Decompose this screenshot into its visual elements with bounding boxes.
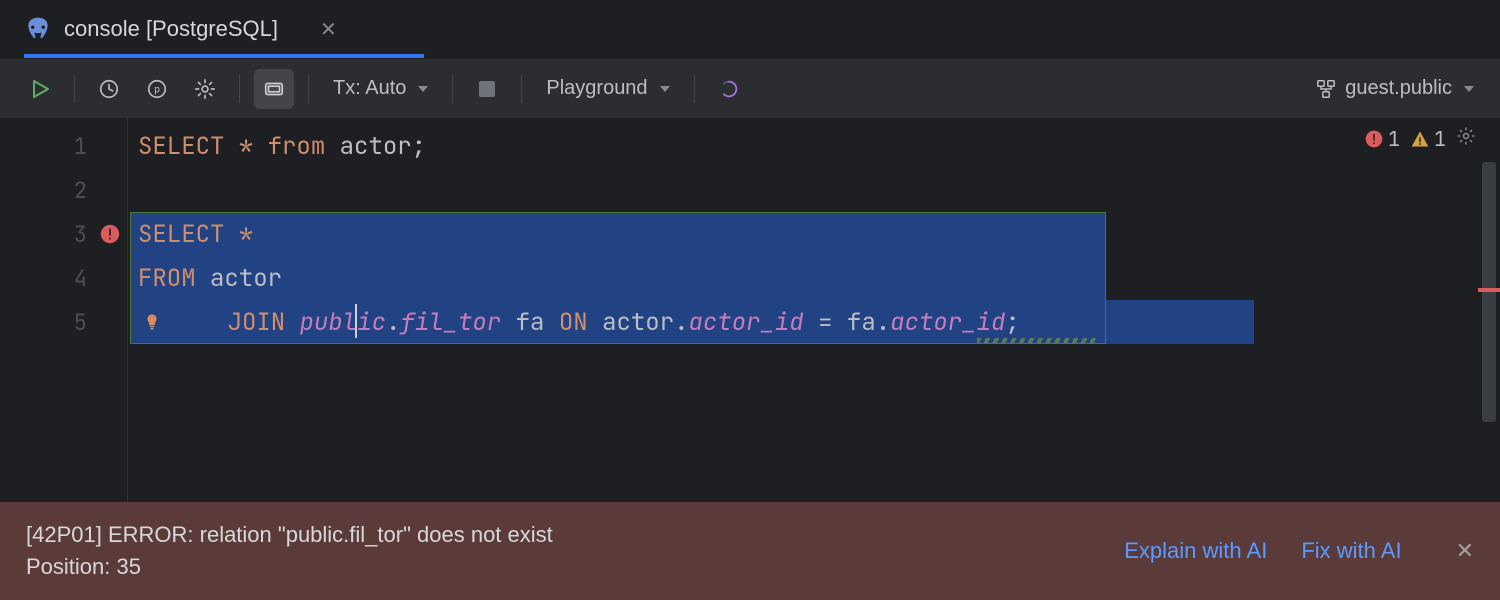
playground-label: Playground xyxy=(546,77,647,100)
gutter-line[interactable]: 3 xyxy=(0,212,127,256)
code-line[interactable]: FROM actor xyxy=(128,256,1500,300)
toolbar-separator xyxy=(74,75,75,103)
code-line[interactable]: SELECT * from actor; xyxy=(128,124,1500,168)
toolbar-separator xyxy=(521,75,522,103)
tab-title: console [PostgreSQL] xyxy=(64,16,278,42)
playground-dropdown[interactable]: Playground xyxy=(536,69,679,109)
fix-with-ai-link[interactable]: Fix with AI xyxy=(1301,538,1401,564)
schema-icon xyxy=(1315,78,1337,100)
stop-button[interactable] xyxy=(467,69,507,109)
gutter-line[interactable]: 2 xyxy=(0,168,127,212)
postgres-elephant-icon xyxy=(24,15,52,43)
gutter-line[interactable]: 5 xyxy=(0,300,127,344)
ai-button[interactable] xyxy=(709,69,749,109)
code-line[interactable] xyxy=(128,168,1500,212)
toolbar-separator xyxy=(694,75,695,103)
tab-bar: console [PostgreSQL] ✕ xyxy=(0,0,1500,58)
code-area[interactable]: SELECT * from actor; SELECT * FROM actor… xyxy=(128,118,1500,502)
code-line[interactable]: SELECT * xyxy=(128,212,1500,256)
tab-console[interactable]: console [PostgreSQL] ✕ xyxy=(24,0,357,58)
history-button[interactable] xyxy=(89,69,129,109)
settings-button[interactable] xyxy=(185,69,225,109)
gutter-line[interactable]: 4 xyxy=(0,256,127,300)
bulb-icon[interactable] xyxy=(138,311,166,333)
error-message: [42P01] ERROR: relation "public.fil_tor"… xyxy=(26,519,553,583)
toolbar: p Tx: Auto Playground guest.public xyxy=(0,58,1500,118)
explain-with-ai-link[interactable]: Explain with AI xyxy=(1124,538,1267,564)
toolbar-separator xyxy=(452,75,453,103)
chevron-down-icon xyxy=(1464,86,1474,92)
svg-text:p: p xyxy=(154,84,160,95)
close-icon[interactable]: ✕ xyxy=(1456,538,1474,564)
text-cursor xyxy=(355,304,357,338)
error-gutter-icon[interactable] xyxy=(99,223,121,245)
tx-mode-label: Tx: Auto xyxy=(333,77,406,100)
chevron-down-icon xyxy=(418,86,428,92)
toolbar-separator xyxy=(239,75,240,103)
run-button[interactable] xyxy=(20,69,60,109)
tab-active-indicator xyxy=(24,54,424,58)
schema-label: guest.public xyxy=(1345,77,1452,100)
tx-mode-dropdown[interactable]: Tx: Auto xyxy=(323,69,438,109)
close-icon[interactable]: ✕ xyxy=(320,17,337,42)
chevron-down-icon xyxy=(660,86,670,92)
code-line[interactable]: JOIN public.fil_tor fa ON actor.actor_id… xyxy=(128,300,1500,344)
warning-squiggle xyxy=(977,338,1097,343)
editor: 1 2 3 4 5 SELECT * from actor; SELECT * … xyxy=(0,118,1500,502)
stop-icon xyxy=(479,81,495,97)
error-banner: [42P01] ERROR: relation "public.fil_tor"… xyxy=(0,502,1500,600)
gutter: 1 2 3 4 5 xyxy=(0,118,128,502)
gutter-line[interactable]: 1 xyxy=(0,124,127,168)
parameters-button[interactable]: p xyxy=(137,69,177,109)
schema-selector[interactable]: guest.public xyxy=(1309,69,1480,109)
toolbar-separator xyxy=(308,75,309,103)
layout-button[interactable] xyxy=(254,69,294,109)
